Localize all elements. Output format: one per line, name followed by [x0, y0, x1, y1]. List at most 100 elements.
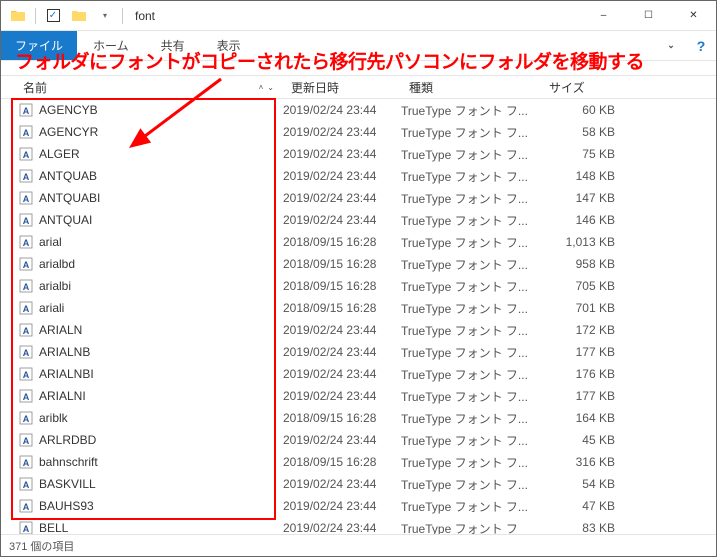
file-size: 958 KB [541, 257, 631, 271]
file-size: 58 KB [541, 125, 631, 139]
window-title: font [131, 9, 581, 23]
svg-text:A: A [23, 370, 30, 380]
file-date: 2018/09/15 16:28 [283, 235, 401, 249]
folder-icon[interactable] [7, 5, 29, 27]
file-type: TrueType フォント フ... [401, 102, 541, 119]
file-type: TrueType フォント フ... [401, 476, 541, 493]
font-file-icon: A [19, 191, 33, 205]
file-type: TrueType フォント フ... [401, 322, 541, 339]
file-row[interactable]: Abahnschrift2018/09/15 16:28TrueType フォン… [1, 451, 716, 473]
font-file-icon: A [19, 345, 33, 359]
file-row[interactable]: AARIALNBI2019/02/24 23:44TrueType フォント フ… [1, 363, 716, 385]
font-file-icon: A [19, 279, 33, 293]
svg-text:A: A [23, 194, 30, 204]
file-name: ARLRDBD [39, 433, 96, 447]
column-header-row: 名前 ˄ ⌄ 更新日時 種類 サイズ [1, 75, 716, 99]
file-name: AGENCYB [39, 103, 98, 117]
column-header-type[interactable]: 種類 [401, 76, 541, 98]
file-row[interactable]: AAGENCYR2019/02/24 23:44TrueType フォント フ.… [1, 121, 716, 143]
svg-text:A: A [23, 480, 30, 490]
file-row[interactable]: ABASKVILL2019/02/24 23:44TrueType フォント フ… [1, 473, 716, 495]
file-row[interactable]: Aarialbd2018/09/15 16:28TrueType フォント フ.… [1, 253, 716, 275]
file-date: 2018/09/15 16:28 [283, 257, 401, 271]
svg-text:A: A [23, 216, 30, 226]
file-name: ANTQUAB [39, 169, 97, 183]
file-size: 147 KB [541, 191, 631, 205]
maximize-button[interactable]: ☐ [626, 1, 671, 31]
column-date-label: 更新日時 [291, 79, 339, 96]
font-file-icon: A [19, 125, 33, 139]
file-size: 177 KB [541, 345, 631, 359]
minimize-button[interactable]: – [581, 1, 626, 31]
file-row[interactable]: Aariblk2018/09/15 16:28TrueType フォント フ..… [1, 407, 716, 429]
column-header-name[interactable]: 名前 ˄ ⌄ [1, 76, 283, 98]
file-size: 164 KB [541, 411, 631, 425]
font-file-icon: A [19, 147, 33, 161]
checkbox-checked-icon[interactable]: ✓ [42, 5, 64, 27]
file-size: 177 KB [541, 389, 631, 403]
font-file-icon: A [19, 301, 33, 315]
file-row[interactable]: AARIALNB2019/02/24 23:44TrueType フォント フ.… [1, 341, 716, 363]
quick-access-toolbar: ✓ ▾ [1, 5, 131, 27]
status-bar: 371 個の項目 [1, 534, 716, 556]
file-list: AAGENCYB2019/02/24 23:44TrueType フォント フ.… [1, 99, 716, 539]
file-name: ALGER [39, 147, 80, 161]
svg-text:A: A [23, 436, 30, 446]
file-name: arialbi [39, 279, 71, 293]
font-file-icon: A [19, 433, 33, 447]
file-row[interactable]: AANTQUAI2019/02/24 23:44TrueType フォント フ.… [1, 209, 716, 231]
svg-text:A: A [23, 304, 30, 314]
column-size-label: サイズ [549, 79, 585, 96]
file-date: 2018/09/15 16:28 [283, 279, 401, 293]
column-header-size[interactable]: サイズ [541, 76, 631, 98]
file-row[interactable]: AAGENCYB2019/02/24 23:44TrueType フォント フ.… [1, 99, 716, 121]
svg-text:A: A [23, 172, 30, 182]
file-name: BAUHS93 [39, 499, 94, 513]
svg-text:A: A [23, 326, 30, 336]
file-date: 2019/02/24 23:44 [283, 125, 401, 139]
file-name: ARIALNI [39, 389, 86, 403]
font-file-icon: A [19, 257, 33, 271]
column-type-label: 種類 [409, 79, 433, 96]
file-row[interactable]: AANTQUAB2019/02/24 23:44TrueType フォント フ.… [1, 165, 716, 187]
file-name: arial [39, 235, 62, 249]
column-filter-icon[interactable]: ⌄ [267, 83, 274, 92]
font-file-icon: A [19, 103, 33, 117]
file-row[interactable]: AARIALNI2019/02/24 23:44TrueType フォント フ.… [1, 385, 716, 407]
folder-small-icon[interactable] [68, 5, 90, 27]
svg-text:A: A [23, 238, 30, 248]
file-row[interactable]: AARIALN2019/02/24 23:44TrueType フォント フ..… [1, 319, 716, 341]
svg-text:A: A [23, 106, 30, 116]
svg-text:A: A [23, 414, 30, 424]
column-header-date[interactable]: 更新日時 [283, 76, 401, 98]
file-date: 2019/02/24 23:44 [283, 191, 401, 205]
file-row[interactable]: Aarialbi2018/09/15 16:28TrueType フォント フ.… [1, 275, 716, 297]
file-row[interactable]: Aariali2018/09/15 16:28TrueType フォント フ..… [1, 297, 716, 319]
file-type: TrueType フォント フ... [401, 124, 541, 141]
file-name: BELL [39, 521, 68, 535]
font-file-icon: A [19, 499, 33, 513]
file-type: TrueType フォント フ... [401, 344, 541, 361]
svg-text:A: A [23, 458, 30, 468]
file-name: ariblk [39, 411, 68, 425]
file-type: TrueType フォント フ... [401, 366, 541, 383]
close-button[interactable]: ✕ [671, 1, 716, 31]
file-row[interactable]: AALGER2019/02/24 23:44TrueType フォント フ...… [1, 143, 716, 165]
file-date: 2019/02/24 23:44 [283, 433, 401, 447]
file-row[interactable]: AARLRDBD2019/02/24 23:44TrueType フォント フ.… [1, 429, 716, 451]
item-count: 371 個の項目 [9, 538, 74, 554]
svg-text:A: A [23, 282, 30, 292]
file-date: 2019/02/24 23:44 [283, 367, 401, 381]
file-name: ANTQUAI [39, 213, 92, 227]
file-date: 2019/02/24 23:44 [283, 147, 401, 161]
svg-text:A: A [23, 260, 30, 270]
file-row[interactable]: ABAUHS932019/02/24 23:44TrueType フォント フ.… [1, 495, 716, 517]
file-type: TrueType フォント フ... [401, 212, 541, 229]
file-date: 2019/02/24 23:44 [283, 521, 401, 535]
file-name: ariali [39, 301, 64, 315]
file-row[interactable]: AANTQUABI2019/02/24 23:44TrueType フォント フ… [1, 187, 716, 209]
file-size: 176 KB [541, 367, 631, 381]
qat-dropdown-icon[interactable]: ▾ [94, 5, 116, 27]
file-size: 60 KB [541, 103, 631, 117]
file-row[interactable]: Aarial2018/09/15 16:28TrueType フォント フ...… [1, 231, 716, 253]
